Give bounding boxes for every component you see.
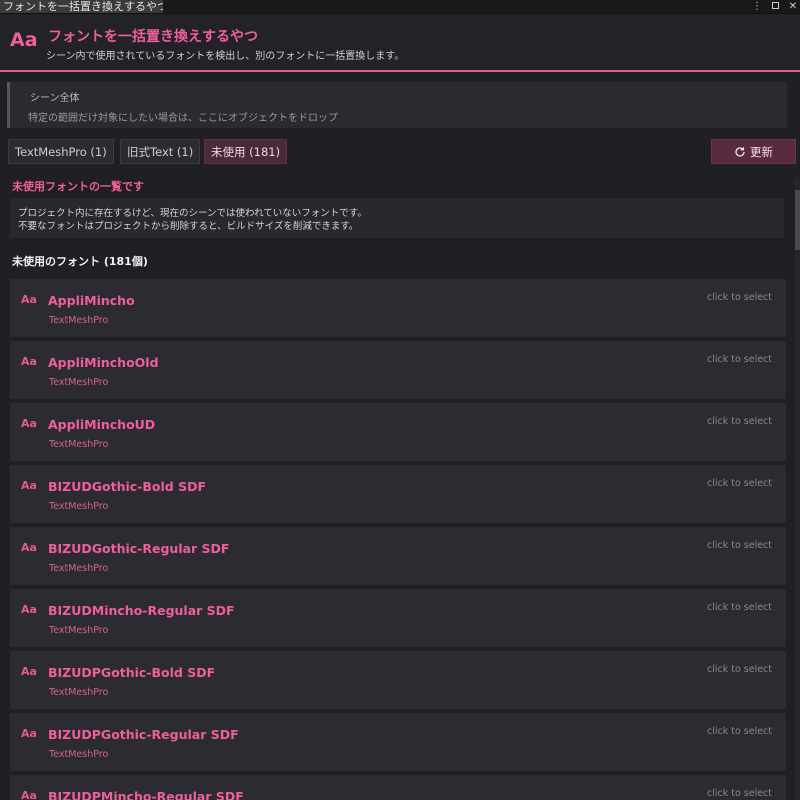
- font-type: TextMeshPro: [49, 439, 109, 450]
- menu-dots-icon[interactable]: ⋮: [752, 1, 762, 12]
- click-to-select-hint: click to select: [706, 292, 772, 303]
- close-icon[interactable]: ✕: [788, 1, 798, 12]
- font-type: TextMeshPro: [49, 563, 109, 574]
- filter-textmeshpro[interactable]: TextMeshPro (1): [8, 139, 114, 164]
- font-list-item[interactable]: Aa BIZUDMincho-Regular SDF TextMeshPro c…: [10, 589, 786, 647]
- click-to-select-hint: click to select: [706, 602, 772, 613]
- info-line-2: 不要なフォントはプロジェクトから削除すると、ビルドサイズを削減できます。: [18, 221, 359, 232]
- font-name: BIZUDPMincho-Regular SDF: [48, 789, 244, 800]
- window-tab[interactable]: フォントを一括置き換えするやつ: [0, 0, 163, 13]
- font-type: TextMeshPro: [49, 315, 109, 326]
- font-list: Aa AppliMincho TextMeshPro click to sele…: [0, 277, 800, 800]
- font-list-item[interactable]: Aa BIZUDGothic-Regular SDF TextMeshPro c…: [10, 527, 786, 585]
- font-list-item[interactable]: Aa BIZUDGothic-Bold SDF TextMeshPro clic…: [10, 465, 786, 523]
- click-to-select-hint: click to select: [706, 726, 772, 737]
- unused-font-count: 未使用のフォント (181個): [12, 255, 148, 268]
- font-name: BIZUDPGothic-Bold SDF: [48, 665, 216, 680]
- window-controls: ⋮ ✕: [752, 0, 798, 13]
- font-name: BIZUDPGothic-Regular SDF: [48, 727, 239, 742]
- font-icon: Aa: [21, 355, 37, 368]
- filter-unused[interactable]: 未使用 (181): [204, 139, 288, 164]
- font-list-item[interactable]: Aa BIZUDPGothic-Bold SDF TextMeshPro cli…: [10, 651, 786, 709]
- font-icon: Aa: [21, 541, 37, 554]
- editor-tab-bar: フォントを一括置き換えするやつ ⋮ ✕: [0, 0, 800, 14]
- font-type: TextMeshPro: [49, 749, 109, 760]
- click-to-select-hint: click to select: [706, 540, 772, 551]
- vertical-scrollbar[interactable]: [795, 178, 800, 800]
- font-list-item[interactable]: Aa AppliMincho TextMeshPro click to sele…: [10, 279, 786, 337]
- tool-subtitle: シーン内で使用されているフォントを検出し、別のフォントに一括置換します。: [46, 51, 405, 62]
- font-list-item[interactable]: Aa BIZUDPMincho-Regular SDF TextMeshPro …: [10, 775, 786, 800]
- click-to-select-hint: click to select: [706, 354, 772, 365]
- click-to-select-hint: click to select: [706, 478, 772, 489]
- font-name: AppliMinchoOld: [48, 355, 159, 370]
- scope-label: シーン全体: [30, 93, 80, 104]
- filter-legacy-text[interactable]: 旧式Text (1): [120, 139, 201, 164]
- tool-title: フォントを一括置き換えするやつ: [48, 29, 258, 45]
- maximize-icon[interactable]: [770, 1, 780, 12]
- font-type: TextMeshPro: [49, 625, 109, 636]
- font-name: BIZUDGothic-Bold SDF: [48, 479, 206, 494]
- tool-header: Aa フォントを一括置き換えするやつ シーン内で使用されているフォントを検出し、…: [0, 14, 800, 70]
- click-to-select-hint: click to select: [706, 788, 772, 799]
- font-type: TextMeshPro: [49, 377, 109, 388]
- font-name: AppliMincho: [48, 293, 135, 308]
- section-title: 未使用フォントの一覧です: [12, 180, 144, 193]
- font-type: TextMeshPro: [49, 687, 109, 698]
- font-icon: Aa: [21, 727, 37, 740]
- scope-drop-zone[interactable]: シーン全体 特定の範囲だけ対象にしたい場合は、ここにオブジェクトをドロップ: [7, 82, 787, 128]
- info-line-1: プロジェクト内に存在するけど、現在のシーンでは使われていないフォントです。: [18, 208, 367, 219]
- scope-hint: 特定の範囲だけ対象にしたい場合は、ここにオブジェクトをドロップ: [28, 113, 338, 124]
- refresh-button[interactable]: 更新: [711, 139, 796, 164]
- click-to-select-hint: click to select: [706, 416, 772, 427]
- header-divider: [0, 70, 800, 72]
- font-logo-icon: Aa: [10, 29, 38, 51]
- click-to-select-hint: click to select: [706, 664, 772, 675]
- font-type: TextMeshPro: [49, 501, 109, 512]
- refresh-label: 更新: [750, 144, 773, 159]
- font-name: BIZUDGothic-Regular SDF: [48, 541, 230, 556]
- font-name: AppliMinchoUD: [48, 417, 156, 432]
- font-list-item[interactable]: Aa AppliMinchoUD TextMeshPro click to se…: [10, 403, 786, 461]
- refresh-icon: [735, 146, 745, 157]
- font-icon: Aa: [21, 293, 37, 306]
- font-icon: Aa: [21, 789, 37, 800]
- font-icon: Aa: [21, 479, 37, 492]
- info-box: プロジェクト内に存在するけど、現在のシーンでは使われていないフォントです。 不要…: [10, 198, 784, 238]
- font-name: BIZUDMincho-Regular SDF: [48, 603, 235, 618]
- font-icon: Aa: [21, 603, 37, 616]
- font-list-item[interactable]: Aa AppliMinchoOld TextMeshPro click to s…: [10, 341, 786, 399]
- font-icon: Aa: [21, 417, 37, 430]
- scrollbar-thumb[interactable]: [795, 190, 800, 250]
- font-icon: Aa: [21, 665, 37, 678]
- font-list-item[interactable]: Aa BIZUDPGothic-Regular SDF TextMeshPro …: [10, 713, 786, 771]
